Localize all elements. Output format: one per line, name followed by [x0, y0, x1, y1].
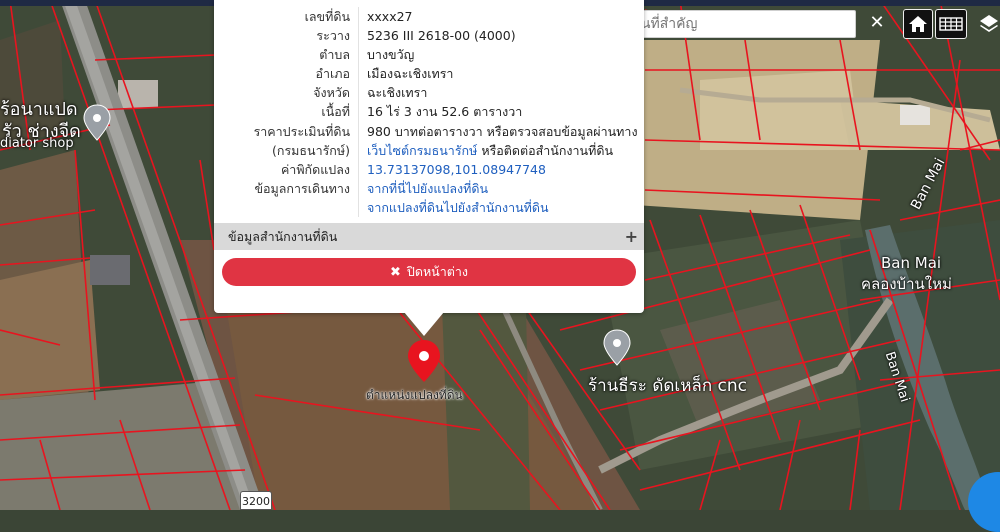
accordion-label: ข้อมูลสำนักงานที่ดิน — [228, 228, 338, 244]
map-label-ban-mai: Ban Mai — [881, 254, 942, 272]
row-value: ฉะเชิงเทรา — [358, 83, 644, 103]
row-value: 16 ไร่ 3 งาน 52.6 ตารางวา — [358, 102, 644, 122]
pin-label: ตำแหน่งแปลงที่ดิน — [366, 388, 463, 402]
map-label-khlong: คลองบ้านใหม่ — [861, 275, 952, 293]
row-district: อำเภอ เมืองฉะเชิงเทรา — [214, 64, 644, 84]
row-coordinates: ค่าพิกัดแปลง 13.73137098,101.08947748 — [214, 159, 644, 179]
row-value: เว็บไซต์กรมธนารักษ์ หรือติดต่อสำนักงานที… — [358, 140, 644, 160]
row-label: อำเภอ — [315, 66, 350, 82]
directions-to-parcel-link[interactable]: จากที่นี่ไปยังแปลงที่ดิน — [367, 179, 644, 198]
close-popup-button[interactable]: ✖ ปิดหน้าต่าง — [222, 258, 636, 286]
row-label: ข้อมูลการเดินทาง — [254, 180, 350, 196]
treasury-website-link[interactable]: เว็บไซต์กรมธนารักษ์ — [367, 143, 477, 158]
row-label: ค่าพิกัดแปลง — [280, 161, 350, 177]
row-appraisal: ราคาประเมินที่ดิน 980 บาทต่อตารางวา หรือ… — [214, 121, 644, 141]
row-label: จังหวัด — [313, 85, 350, 101]
plus-icon: + — [624, 227, 638, 246]
directions-to-office-link[interactable]: จากแปลงที่ดินไปยังสำนักงานที่ดิน — [367, 198, 644, 217]
row-value: บางขวัญ — [358, 45, 644, 65]
row-province: จังหวัด ฉะเชิงเทรา — [214, 83, 644, 103]
row-subdistrict: ตำบล บางขวัญ — [214, 45, 644, 65]
map-label-shop-left-3: diator shop — [0, 136, 74, 151]
map-label-shop-cnc: ร้านธีระ ดัดเหล็ก cnc — [588, 376, 748, 396]
row-parcel-number: เลขที่ดิน xxxx27 — [214, 7, 644, 27]
road-number-badge: 3200 — [240, 491, 272, 510]
row-area: เนื้อที่ 16 ไร่ 3 งาน 52.6 ตารางวา — [214, 102, 644, 122]
close-popup-label: ปิดหน้าต่าง — [406, 264, 468, 279]
row-label: เลขที่ดิน — [304, 9, 350, 24]
row-label: ระวาง — [316, 28, 350, 44]
row-value: 980 บาทต่อตารางวา หรือตรวจสอบข้อมูลผ่านท… — [358, 121, 644, 141]
parcel-info-table: เลขที่ดิน xxxx27 ระวาง 5236 III 2618-00 … — [214, 7, 644, 217]
row-label: (กรมธนารักษ์) — [272, 142, 350, 158]
close-icon[interactable]: ✕ — [866, 10, 888, 36]
row-department: (กรมธนารักษ์) เว็บไซต์กรมธนารักษ์ หรือติ… — [214, 140, 644, 160]
row-value: 5236 III 2618-00 (4000) — [358, 26, 644, 46]
close-icon: ✖ — [389, 264, 401, 280]
land-office-accordion[interactable]: ข้อมูลสำนักงานที่ดิน + — [214, 223, 644, 250]
row-label: ราคาประเมินที่ดิน — [253, 123, 350, 139]
parcel-info-popup: เลขที่ดิน xxxx27 ระวาง 5236 III 2618-00 … — [214, 0, 644, 313]
row-label: ตำบล — [319, 47, 350, 63]
row-value: จากที่นี่ไปยังแปลงที่ดิน จากแปลงที่ดินไป… — [358, 178, 644, 217]
department-suffix: หรือติดต่อสำนักงานที่ดิน — [477, 142, 613, 158]
row-sheet: ระวาง 5236 III 2618-00 (4000) — [214, 26, 644, 46]
layers-icon — [980, 15, 998, 32]
row-value: เมืองฉะเชิงเทรา — [358, 64, 644, 84]
grid-button[interactable] — [935, 9, 967, 39]
home-icon — [909, 16, 927, 32]
coordinates-link[interactable]: 13.73137098,101.08947748 — [358, 159, 644, 179]
row-value: xxxx27 — [358, 7, 644, 27]
row-travel: ข้อมูลการเดินทาง จากที่นี่ไปยังแปลงที่ดิ… — [214, 178, 644, 217]
grid-icon — [939, 17, 963, 31]
home-button[interactable] — [903, 9, 933, 39]
row-label: เนื้อที่ — [321, 104, 350, 120]
popup-pointer — [404, 312, 444, 336]
layers-button[interactable] — [978, 12, 1000, 38]
